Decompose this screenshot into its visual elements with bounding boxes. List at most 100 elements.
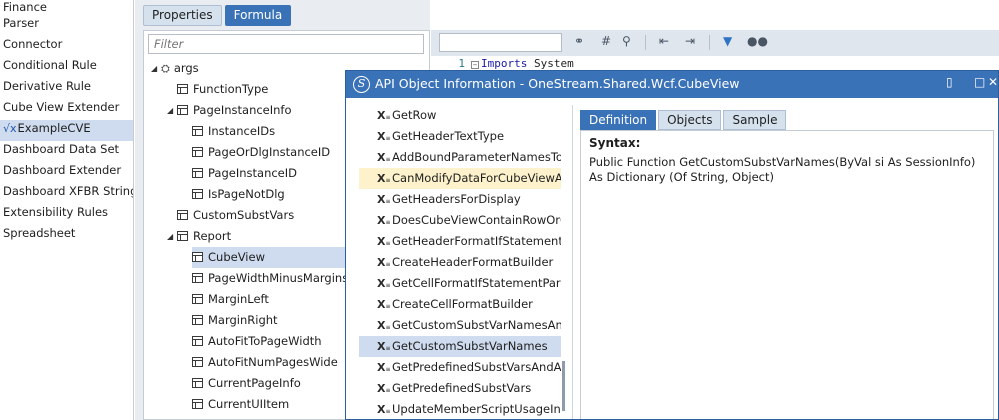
tree-node[interactable]: MarginLeft bbox=[182, 289, 269, 310]
close-icon[interactable]: ✕ bbox=[988, 75, 998, 89]
nav-item-label: Dashboard Extender bbox=[3, 163, 122, 177]
find-replace-icon[interactable]: ⚲ bbox=[622, 34, 631, 48]
nav-item[interactable]: Conditional Rule bbox=[0, 57, 133, 78]
tree-node[interactable]: AutoFitToPageWidth bbox=[182, 331, 322, 352]
editor-search-input[interactable] bbox=[439, 33, 562, 52]
nav-item[interactable]: Finance bbox=[0, 0, 133, 15]
method-list-item[interactable]: X≡ DoesCubeViewContainRowOrCo bbox=[359, 210, 561, 231]
method-list-item[interactable]: X≡ GetCustomSubstVarNames bbox=[359, 336, 561, 357]
hash-icon[interactable]: # bbox=[601, 34, 611, 48]
filter-icon[interactable]: ▼ bbox=[723, 34, 732, 48]
glasses-icon[interactable]: ●● bbox=[747, 34, 768, 48]
nav-item[interactable]: Dashboard XFBR String bbox=[0, 183, 133, 204]
indent-icon[interactable]: ⇥ bbox=[685, 34, 695, 48]
tree-node[interactable]: ◢ PageInstanceInfo bbox=[167, 100, 292, 121]
tree-node[interactable]: PageOrDlgInstanceID bbox=[182, 142, 330, 163]
method-label: DoesCubeViewContainRowOrCo bbox=[392, 213, 561, 227]
method-list-item[interactable]: X≡ CanModifyDataForCubeViewAn bbox=[359, 168, 561, 189]
nav-item[interactable]: Dashboard Data Set bbox=[0, 141, 133, 162]
toolbar-separator bbox=[709, 35, 710, 50]
tree-node[interactable]: IsPageNotDlg bbox=[182, 184, 285, 205]
method-icon: X≡ bbox=[377, 340, 391, 353]
nav-item[interactable]: Spreadsheet bbox=[0, 225, 133, 246]
method-list-item[interactable]: X≡ CreateHeaderFormatBuilder bbox=[359, 252, 561, 273]
method-icon: X≡ bbox=[377, 403, 391, 416]
tree-node[interactable]: CustomSubstVars bbox=[167, 205, 294, 226]
method-list-scrollbar[interactable] bbox=[562, 361, 565, 411]
tree-node[interactable]: PageInstanceID bbox=[182, 163, 297, 184]
tree-node[interactable]: MarginRight bbox=[182, 310, 278, 331]
fold-toggle-icon[interactable]: − bbox=[471, 61, 479, 69]
caret-expanded-icon[interactable]: ◢ bbox=[167, 226, 177, 247]
method-list-item[interactable]: X≡ GetHeadersForDisplay bbox=[359, 189, 561, 210]
tree-node[interactable]: InstanceIDs bbox=[182, 121, 275, 142]
tree-node-label: Report bbox=[193, 229, 232, 243]
method-icon: X≡ bbox=[377, 130, 391, 143]
method-icon: X≡ bbox=[377, 277, 391, 290]
outdent-icon[interactable]: ⇤ bbox=[659, 34, 669, 48]
caret-expanded-icon[interactable]: ◢ bbox=[151, 58, 161, 79]
tree-node[interactable]: CurrentUIItem bbox=[182, 394, 289, 415]
tab-properties[interactable]: Properties bbox=[143, 5, 222, 26]
nav-item[interactable]: Extensibility Rules bbox=[0, 204, 133, 225]
tree-node[interactable]: AutoFitNumPagesWide bbox=[182, 352, 338, 373]
tab-objects[interactable]: Objects bbox=[658, 110, 722, 130]
nav-item-label: Parser bbox=[3, 16, 39, 30]
tree-node[interactable]: PageWidthMinusMargins bbox=[182, 268, 348, 289]
object-icon: ⛭ bbox=[161, 62, 170, 75]
method-label: CreateCellFormatBuilder bbox=[392, 297, 533, 311]
property-icon bbox=[192, 189, 203, 199]
method-icon: X≡ bbox=[377, 319, 391, 332]
property-icon bbox=[192, 357, 203, 367]
property-icon bbox=[192, 399, 203, 409]
method-label: GetRow bbox=[392, 108, 437, 122]
code-text: System bbox=[533, 57, 574, 70]
tab-definition[interactable]: Definition bbox=[580, 110, 657, 130]
tree-node-label: CustomSubstVars bbox=[193, 208, 295, 222]
method-list-item[interactable]: X≡ GetHeaderTextType bbox=[359, 126, 561, 147]
nav-item[interactable]: Dashboard Extender bbox=[0, 162, 133, 183]
maximize-icon[interactable]: □ bbox=[974, 75, 985, 89]
method-label: CanModifyDataForCubeViewAn bbox=[392, 171, 561, 185]
tab-sample[interactable]: Sample bbox=[723, 110, 787, 130]
method-list-item[interactable]: X≡ GetPredefinedSubstVarsAndAdd bbox=[359, 357, 561, 378]
method-list-item[interactable]: X≡ CreateCellFormatBuilder bbox=[359, 294, 561, 315]
nav-item[interactable]: Connector bbox=[0, 36, 133, 57]
tree-node[interactable]: FunctionType bbox=[167, 79, 268, 100]
binoculars-icon[interactable]: ⚭ bbox=[574, 34, 584, 48]
tree-node[interactable]: ◢ ⛭ args bbox=[151, 58, 199, 79]
property-icon bbox=[177, 105, 188, 115]
dialog-titlebar[interactable]: S API Object Information - OneStream.Sha… bbox=[346, 71, 998, 98]
tree-node[interactable]: CurrentPageInfo bbox=[182, 373, 301, 394]
filter-input[interactable] bbox=[148, 34, 424, 54]
clipboard-icon[interactable]: ▯ bbox=[946, 75, 953, 89]
nav-item-label: Derivative Rule bbox=[3, 79, 91, 93]
tree-node-label: MarginLeft bbox=[208, 292, 269, 306]
nav-item-label: Extensibility Rules bbox=[3, 205, 109, 219]
tree-node[interactable]: ◢ Report bbox=[167, 226, 231, 247]
method-icon: X≡ bbox=[377, 235, 391, 248]
method-list-item[interactable]: X≡ GetRow bbox=[359, 105, 561, 126]
tab-formula[interactable]: Formula bbox=[224, 5, 292, 26]
method-list-item[interactable]: X≡ GetCellFormatIfStatementParser bbox=[359, 273, 561, 294]
code-keyword: Imports bbox=[481, 57, 528, 70]
nav-item[interactable]: Parser bbox=[0, 15, 133, 36]
nav-item[interactable]: √xExampleCVE bbox=[0, 120, 133, 141]
property-icon bbox=[192, 315, 203, 325]
method-icon: X≡ bbox=[377, 298, 391, 311]
code-line-1[interactable]: 1− Imports System bbox=[431, 57, 574, 71]
method-list-item[interactable]: X≡ AddBoundParameterNamesToD bbox=[359, 147, 561, 168]
property-icon bbox=[192, 126, 203, 136]
method-list-item[interactable]: X≡ GetPredefinedSubstVars bbox=[359, 378, 561, 399]
nav-item-label: Dashboard Data Set bbox=[3, 142, 120, 156]
nav-item[interactable]: Derivative Rule bbox=[0, 78, 133, 99]
caret-expanded-icon[interactable]: ◢ bbox=[167, 100, 177, 121]
method-icon: X≡ bbox=[377, 109, 391, 122]
method-list-item[interactable]: X≡ UpdateMemberScriptUsageInfo bbox=[359, 399, 561, 419]
nav-item-label: Dashboard XFBR String bbox=[3, 184, 133, 198]
property-icon bbox=[192, 273, 203, 283]
nav-item[interactable]: Cube View Extender bbox=[0, 99, 133, 120]
line-number: 1 bbox=[458, 57, 465, 70]
method-list-item[interactable]: X≡ GetHeaderFormatIfStatementPa bbox=[359, 231, 561, 252]
method-list-item[interactable]: X≡ GetCustomSubstVarNamesAndA bbox=[359, 315, 561, 336]
